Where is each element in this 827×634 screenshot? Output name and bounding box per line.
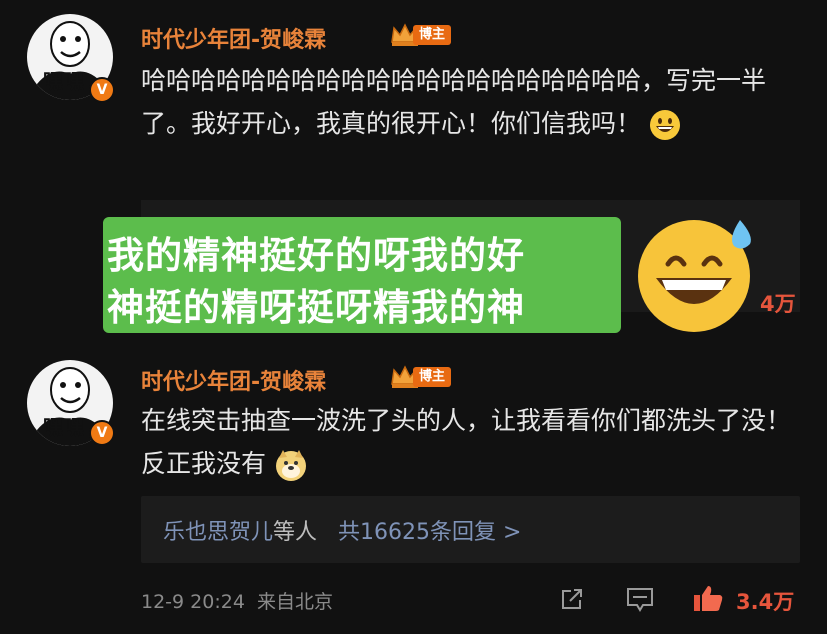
comment-body: 在线突击抽查一波洗了头的人，让我看看你们都洗头了没！反正我没有 xyxy=(141,406,792,478)
overlay-line-1: 我的精神挺好的呀我的好 xyxy=(107,234,525,277)
verified-badge: V xyxy=(89,420,115,446)
overlay-caption: 我的精神挺好的呀我的好 神挺的精呀挺呀精我的神 xyxy=(103,217,621,333)
like-count: 3.4万 xyxy=(736,590,795,614)
author-badge: 博主 xyxy=(389,22,459,48)
comment-icon[interactable] xyxy=(625,585,655,613)
comment-1: 嘿嘿 V 时代少年团-贺峻霖 博主 哈哈哈哈哈哈哈哈哈哈哈哈哈哈哈哈哈哈哈哈，写… xyxy=(0,0,827,200)
username[interactable]: 时代少年团-贺峻霖 xyxy=(141,22,326,54)
replies-preview[interactable]: 乐也思贺儿等人 共16625条回复 > xyxy=(141,496,800,563)
reply-suffix: 等人 xyxy=(273,520,318,545)
grinning-sweat-face-icon xyxy=(638,220,751,332)
location: 来自北京 xyxy=(256,591,333,613)
comment-text: 哈哈哈哈哈哈哈哈哈哈哈哈哈哈哈哈哈哈哈哈，写完一半了。我好开心，我真的很开心！你… xyxy=(141,59,801,145)
share-icon[interactable] xyxy=(558,585,586,613)
comment-meta: 12-9 20:24 来自北京 xyxy=(141,587,333,614)
avatar-caption: 嘿嘿 xyxy=(43,69,85,93)
thumbs-up-icon[interactable] xyxy=(692,583,724,613)
author-badge-label: 博主 xyxy=(413,25,452,45)
overlay-line-2: 神挺的精呀挺呀精我的神 xyxy=(107,286,525,329)
avatar-caption: 嘿嘿 xyxy=(43,415,85,439)
comment-text: 在线突击抽查一波洗了头的人，让我看看你们都洗头了没！反正我没有 xyxy=(141,399,801,485)
author-badge: 博主 xyxy=(389,364,459,390)
username[interactable]: 时代少年团-贺峻霖 xyxy=(141,364,326,396)
replies-summary: 乐也思贺儿等人 共16625条回复 > xyxy=(163,514,521,546)
timestamp: 12-9 20:24 xyxy=(141,591,245,613)
like-count: 4万 xyxy=(760,292,796,316)
reply-author-names[interactable]: 乐也思贺儿 xyxy=(163,520,273,545)
author-badge-label: 博主 xyxy=(413,367,452,387)
grinning-face-icon xyxy=(649,110,680,140)
doge-icon xyxy=(275,450,306,481)
verified-badge: V xyxy=(89,77,115,103)
view-replies-link[interactable]: 共16625条回复 > xyxy=(338,520,521,545)
